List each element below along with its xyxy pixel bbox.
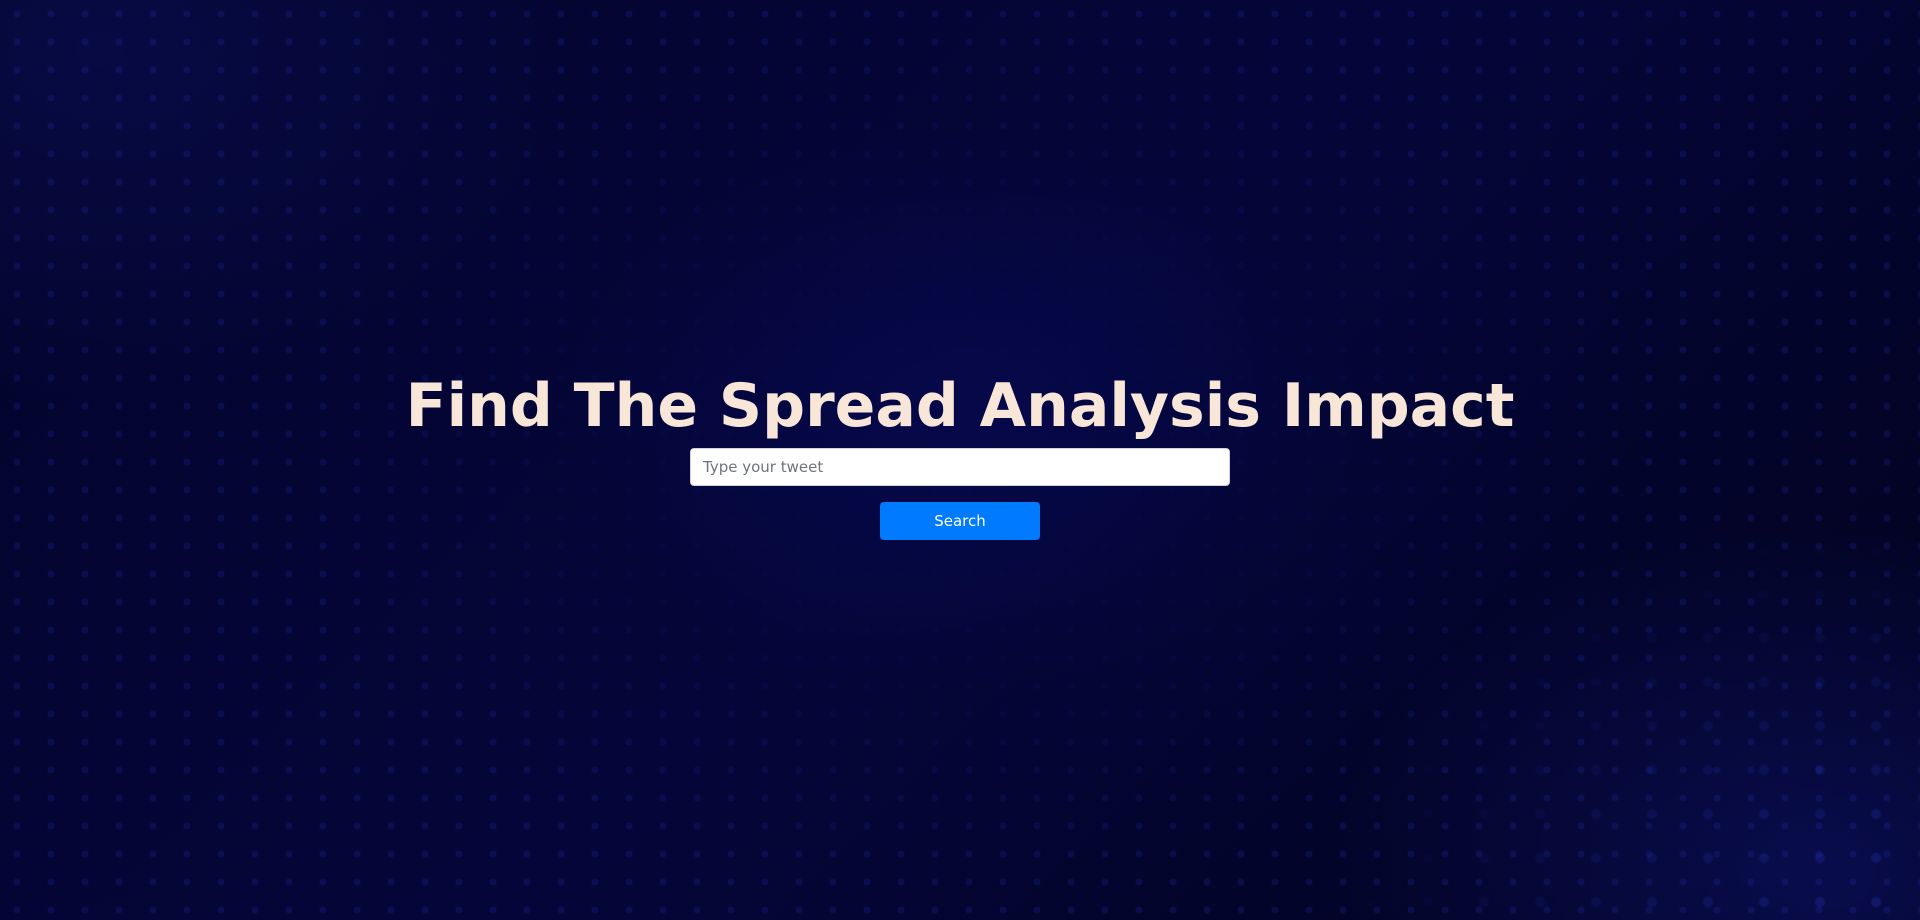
page-title: Find The Spread Analysis Impact	[405, 371, 1515, 441]
search-button[interactable]: Search	[880, 502, 1040, 540]
tweet-search-input[interactable]	[690, 448, 1230, 486]
main-content: Find The Spread Analysis Impact Search	[0, 0, 1920, 920]
